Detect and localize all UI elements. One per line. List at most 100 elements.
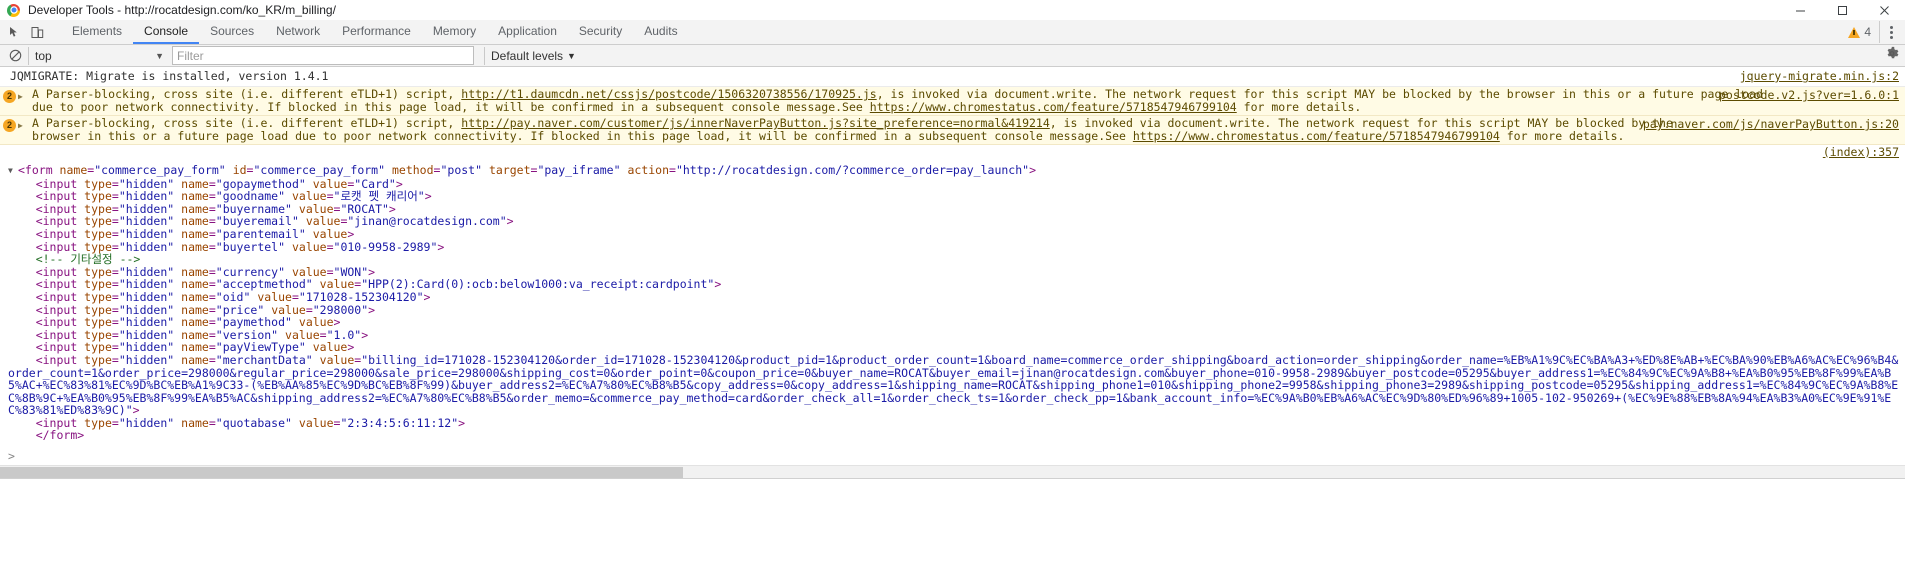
warning-count-label: 4 <box>1864 25 1871 39</box>
window-controls <box>1779 0 1905 20</box>
code-token-attv: "commerce_pay_form" <box>253 163 386 177</box>
filter-input[interactable]: Filter <box>172 46 474 65</box>
code-token-attv: "commerce_pay_form" <box>94 163 226 177</box>
inspect-element-icon[interactable] <box>4 22 26 42</box>
code-token-tagp <box>482 163 489 177</box>
code-line: <input type="hidden" name="buyertel" val… <box>0 239 1905 254</box>
execution-context-select[interactable]: top ▼ <box>28 46 168 65</box>
code-token-attv: "010-9958-2989" <box>333 239 438 254</box>
inspected-page-area <box>0 478 1905 584</box>
tab-network[interactable]: Network <box>265 20 331 44</box>
execution-context-value: top <box>35 48 52 63</box>
clear-console-icon[interactable] <box>4 46 26 66</box>
code-token-tagp: = <box>208 415 216 430</box>
warning-text-pre-2: browser in this or a future page load du… <box>32 129 1133 143</box>
code-token-attn: action <box>627 163 670 177</box>
console-message-log[interactable]: JQMIGRATE: Migrate is installed, version… <box>0 67 1905 87</box>
script-url-link[interactable]: http://t1.daumcdn.net/cssjs/postcode/150… <box>461 87 876 101</box>
close-button[interactable] <box>1863 0 1905 20</box>
code-token-tagp: > <box>506 214 514 229</box>
code-token-attn: method <box>391 163 434 177</box>
code-token-tagp: > <box>368 302 376 317</box>
tab-sources[interactable]: Sources <box>199 20 265 44</box>
console-filterbar: top ▼ Filter Default levels ▼ <box>0 45 1905 67</box>
code-token-tagp: > <box>1029 163 1036 177</box>
warning-text-post: , is invoked via document.write. The net… <box>876 87 1763 101</box>
toggle-device-toolbar-icon[interactable] <box>26 22 48 42</box>
code-token-attv: "pay_iframe" <box>537 163 621 177</box>
minimize-button[interactable] <box>1779 0 1821 20</box>
warning-count-badge[interactable]: 4 <box>1846 25 1877 39</box>
log-levels-label: Default levels <box>491 48 564 63</box>
code-token-tagp: > <box>361 327 369 342</box>
code-token-attn: value <box>298 415 334 430</box>
console-message-warning[interactable]: 2 ▶ A Parser-blocking, cross site (i.e. … <box>0 116 1905 145</box>
code-token-attv: "2:3:4:5:6:11:12" <box>340 415 459 430</box>
warning-triangle-icon <box>1848 26 1861 38</box>
code-token-attn: id <box>232 163 247 177</box>
warning-text-post-2: for more details. <box>1499 129 1625 143</box>
chevron-down-icon: ▼ <box>155 50 164 61</box>
horizontal-scrollbar[interactable] <box>0 465 1905 478</box>
console-prompt[interactable]: > <box>0 446 1905 463</box>
tab-audits[interactable]: Audits <box>633 20 688 44</box>
window-titlebar: Developer Tools - http://rocatdesign.com… <box>0 0 1905 20</box>
scrollbar-thumb[interactable] <box>0 467 683 478</box>
maximize-button[interactable] <box>1821 0 1863 20</box>
html-element-dump[interactable]: ▼ <form name="commerce_pay_form" id="comm… <box>0 158 1905 446</box>
tab-security[interactable]: Security <box>568 20 633 44</box>
code-token-attv: "quotabase" <box>215 415 292 430</box>
devtools-tool-icons <box>0 20 61 44</box>
console-message-warning[interactable]: 2 ▶ A Parser-blocking, cross site (i.e. … <box>0 87 1905 116</box>
console-message-source-link[interactable]: jquery-migrate.min.js:2 <box>1740 70 1899 83</box>
warning-text-pre: A Parser-blocking, cross site (i.e. diff… <box>32 87 462 101</box>
tab-application[interactable]: Application <box>487 20 568 44</box>
code-token-attn: type <box>84 415 112 430</box>
code-token-tagp: = <box>111 415 119 430</box>
log-levels-select[interactable]: Default levels ▼ <box>484 46 582 65</box>
code-token-attn: name <box>181 415 209 430</box>
warning-text-pre-2: due to poor network connectivity. If blo… <box>32 100 870 114</box>
warning-body: A Parser-blocking, cross site (i.e. diff… <box>22 88 1905 114</box>
kebab-menu-icon[interactable] <box>1879 21 1899 43</box>
tabbar-right-controls: 4 <box>1846 20 1905 44</box>
code-line: <input type="hidden" name="merchantData"… <box>0 354 1905 417</box>
code-token-attv: "buyertel" <box>215 239 286 254</box>
code-token-tagp <box>226 163 233 177</box>
expand-arrow-icon[interactable]: ▶ <box>18 119 23 132</box>
code-token-attn: name <box>181 239 209 254</box>
tab-performance[interactable]: Performance <box>331 20 422 44</box>
code-token-tagp: = <box>208 239 216 254</box>
code-token-attv: "post" <box>440 163 483 177</box>
code-line: ▼ <form name="commerce_pay_form" id="comm… <box>0 164 1905 178</box>
tab-console[interactable]: Console <box>133 20 200 44</box>
code-token-attv: "http://rocatdesign.com/?commerce_order=… <box>675 163 1030 177</box>
console-message-source-link[interactable]: pay.naver.com/js/naverPayButton.js:20 <box>1643 118 1899 131</box>
script-url-link[interactable]: http://pay.naver.com/customer/js/innerNa… <box>461 116 1050 130</box>
window-title: Developer Tools - http://rocatdesign.com… <box>28 3 336 17</box>
warning-text-post: , is invoked via document.write. The net… <box>1049 116 1673 130</box>
code-token-attn: value <box>291 239 327 254</box>
code-source-link[interactable]: (index):357 <box>1823 146 1899 159</box>
code-token-tagp <box>285 240 292 254</box>
code-line: </form> <box>0 429 1905 442</box>
warning-text-pre: A Parser-blocking, cross site (i.e. diff… <box>32 116 462 130</box>
gear-icon[interactable] <box>1885 46 1899 65</box>
expand-arrow-icon[interactable]: ▶ <box>18 90 23 103</box>
code-source-row: (index):357 <box>0 145 1905 159</box>
warning-line-2: due to poor network connectivity. If blo… <box>32 101 1905 114</box>
tab-memory[interactable]: Memory <box>422 20 487 44</box>
warning-text-post-2: for more details. <box>1236 100 1362 114</box>
chromestatus-link[interactable]: https://www.chromestatus.com/feature/571… <box>870 100 1237 114</box>
code-token-attv: "hidden" <box>118 415 175 430</box>
tab-elements[interactable]: Elements <box>61 20 133 44</box>
console-message-source-link[interactable]: postcode.v2.js?ver=1.6.0:1 <box>1719 89 1899 102</box>
console-output[interactable]: JQMIGRATE: Migrate is installed, version… <box>0 67 1905 478</box>
devtools-panel-tabs: Elements Console Sources Network Perform… <box>61 20 689 44</box>
code-token-tagp: > <box>458 415 466 430</box>
code-token-tagp: > <box>423 289 431 304</box>
devtools-tabbar: Elements Console Sources Network Perform… <box>0 20 1905 45</box>
chromestatus-link[interactable]: https://www.chromestatus.com/feature/571… <box>1133 129 1500 143</box>
chevron-down-icon: ▼ <box>567 50 576 61</box>
